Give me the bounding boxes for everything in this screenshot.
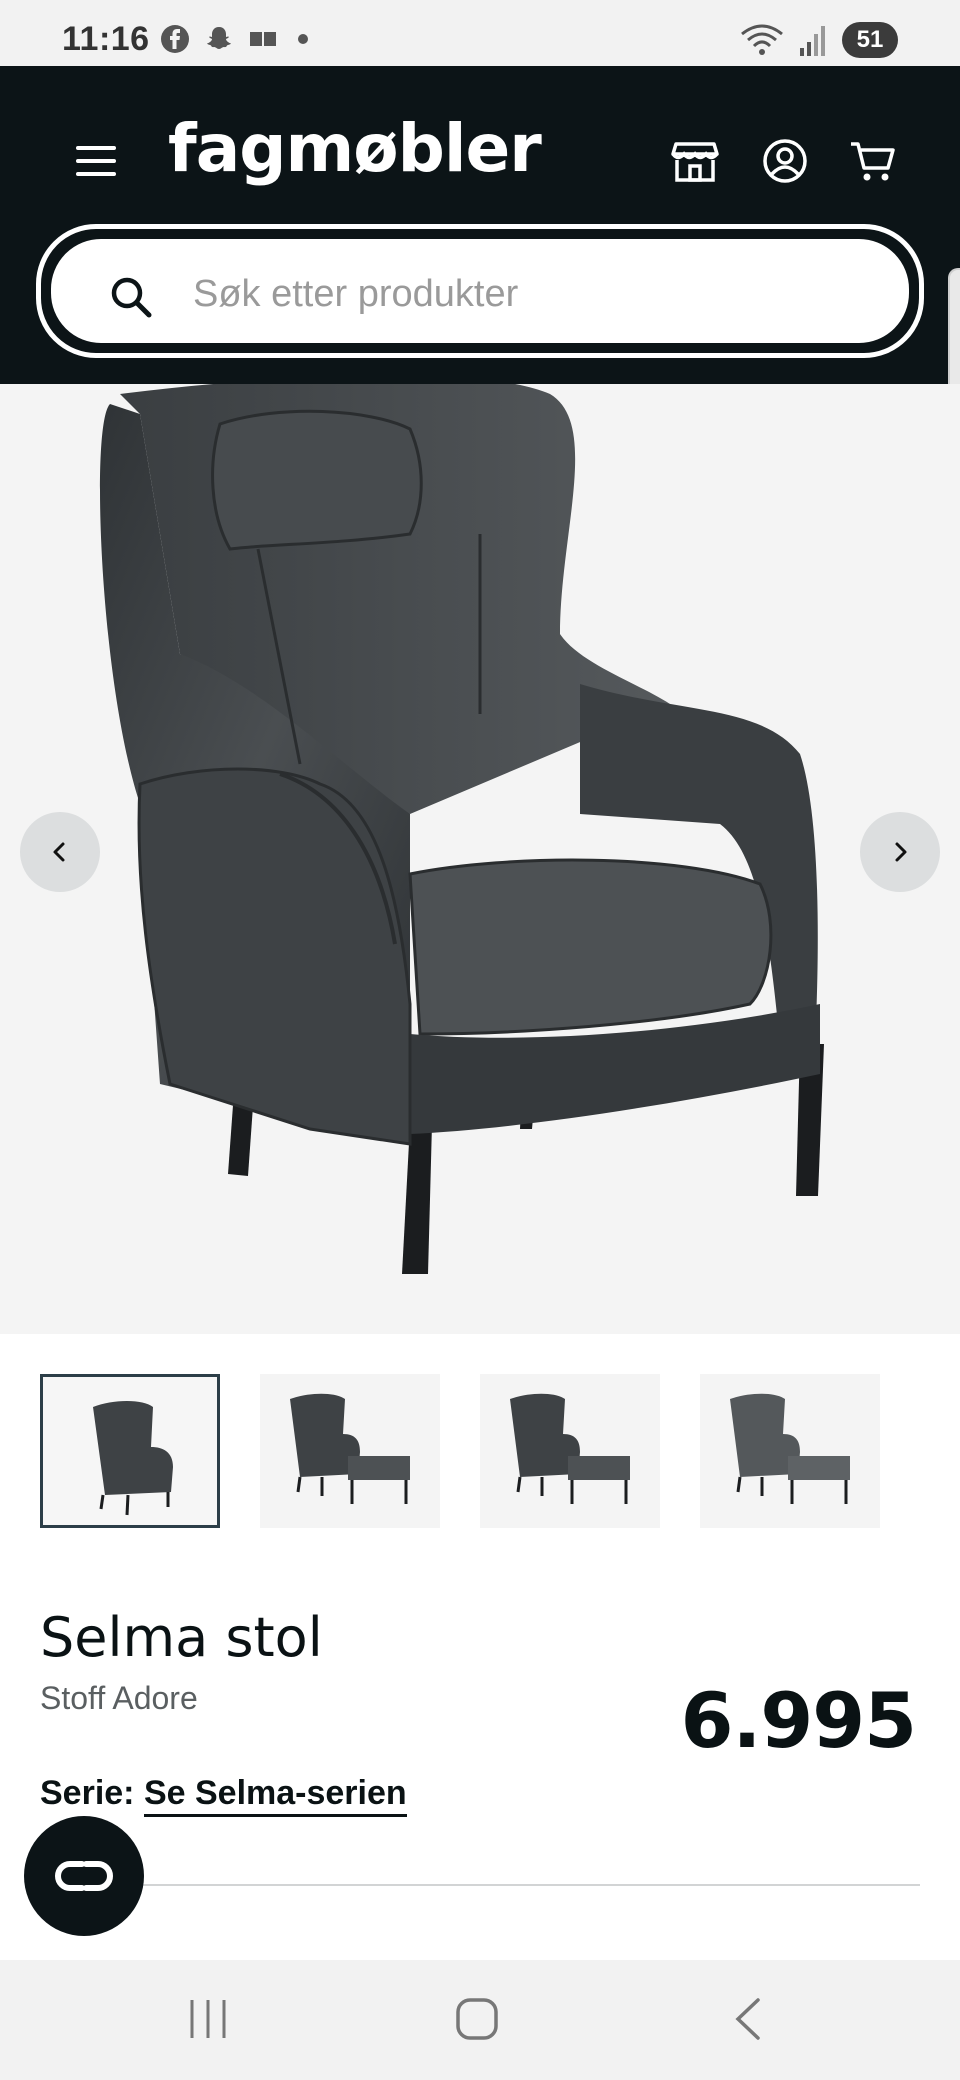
thumbnail-2[interactable] xyxy=(260,1374,440,1528)
search-field[interactable] xyxy=(47,235,913,347)
chat-button[interactable] xyxy=(24,1816,144,1936)
gallery-next-button[interactable] xyxy=(860,812,940,892)
menu-button[interactable] xyxy=(76,146,116,176)
series-link[interactable]: Se Selma-serien xyxy=(143,1774,407,1817)
search-input[interactable] xyxy=(191,267,845,321)
back-icon[interactable] xyxy=(728,1996,768,2042)
thumbnail-1[interactable] xyxy=(40,1374,220,1528)
facebook-icon xyxy=(161,25,189,53)
status-notification-icons xyxy=(160,24,308,54)
status-system-icons: 51 xyxy=(740,22,898,58)
cart-icon[interactable] xyxy=(848,136,898,186)
more-notifications-dot xyxy=(298,34,308,44)
product-image-selma-chair xyxy=(100,384,824,1274)
media-icon xyxy=(250,32,276,46)
status-bar: 11:16 51 xyxy=(0,0,960,66)
wifi-icon xyxy=(741,24,783,55)
series-label: Serie: xyxy=(40,1774,135,1812)
system-navigation-bar xyxy=(0,1960,960,2080)
gallery-prev-button[interactable] xyxy=(20,812,100,892)
thumbnail-strip xyxy=(40,1374,880,1528)
product-price: 6.995 xyxy=(680,1676,917,1765)
thumbnail-4[interactable] xyxy=(700,1374,880,1528)
thumbnail-3[interactable] xyxy=(480,1374,660,1528)
snapchat-icon xyxy=(207,27,231,49)
chevron-left-icon xyxy=(53,842,65,862)
product-series: Serie: Se Selma-serien xyxy=(40,1774,407,1817)
site-header: fagmøbler xyxy=(0,66,960,384)
thumbnail-image xyxy=(730,1393,850,1504)
store-icon[interactable] xyxy=(670,136,720,186)
home-icon[interactable] xyxy=(454,1996,500,2042)
section-divider xyxy=(40,1884,920,1886)
thumbnail-image xyxy=(290,1393,410,1504)
product-title: Selma stol xyxy=(40,1606,323,1669)
thumbnail-image xyxy=(510,1393,630,1504)
thumbnail-image xyxy=(93,1401,173,1516)
account-icon[interactable] xyxy=(760,136,810,186)
signal-icon xyxy=(800,26,825,56)
status-time: 11:16 xyxy=(62,20,150,58)
chevron-right-icon xyxy=(895,842,907,862)
chat-icon xyxy=(55,1861,113,1891)
battery-indicator: 51 xyxy=(842,22,898,58)
product-subtitle: Stoff Adore xyxy=(40,1680,198,1716)
recent-apps-icon[interactable] xyxy=(186,1996,230,2042)
search-icon[interactable] xyxy=(107,273,155,321)
site-logo[interactable]: fagmøbler xyxy=(168,110,542,187)
product-image-gallery[interactable] xyxy=(0,384,960,1334)
search-bar[interactable] xyxy=(36,224,924,358)
